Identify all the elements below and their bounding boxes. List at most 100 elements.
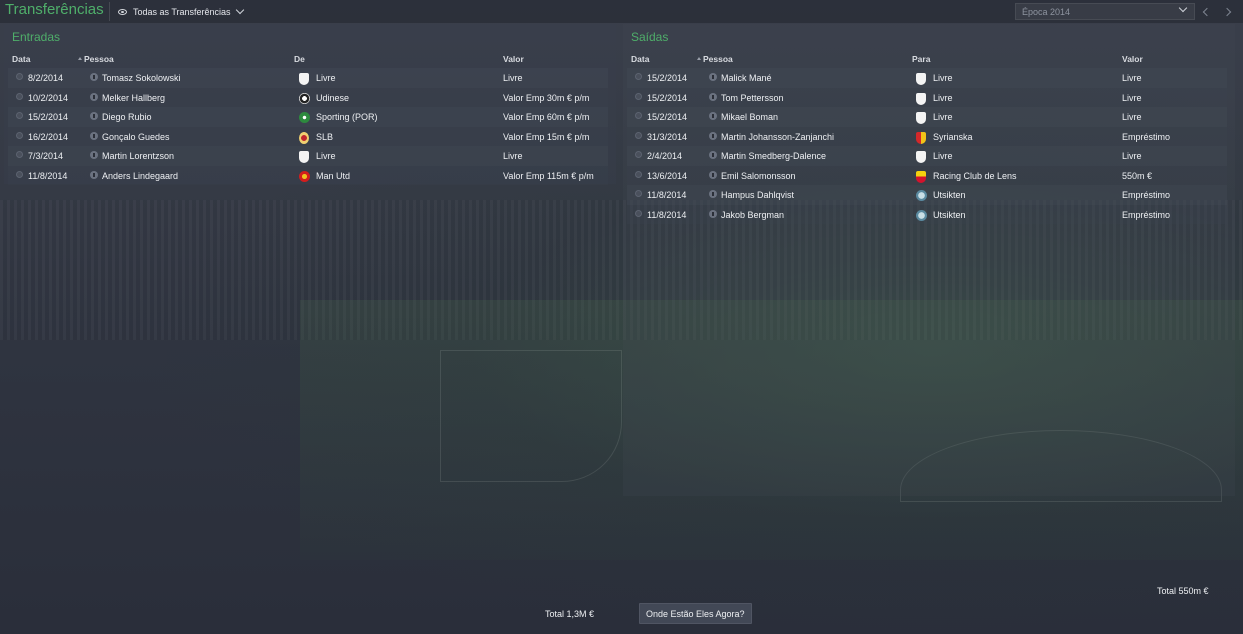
row-club[interactable]: Utsikten [933, 190, 966, 200]
row-club[interactable]: SLB [316, 132, 333, 142]
sort-arrow-icon [78, 57, 82, 60]
table-row[interactable]: 11/8/2014 Anders Lindegaard Man Utd Valor E… [8, 165, 608, 185]
player-info-icon[interactable] [90, 92, 98, 101]
view-filter-dropdown[interactable]: Todas as Transferências [109, 2, 251, 21]
row-club[interactable]: Syrianska [933, 132, 973, 142]
row-value: Livre [1122, 151, 1142, 161]
player-info-icon[interactable] [709, 112, 717, 120]
row-status-icon [635, 131, 642, 139]
row-person[interactable]: Hampus Dahlqvist [721, 190, 794, 200]
row-club[interactable]: Livre [933, 93, 953, 103]
player-info-icon[interactable] [709, 170, 717, 179]
row-person[interactable]: Tom Pettersson [721, 93, 784, 103]
row-person[interactable]: Emil Salomonsson [721, 171, 796, 181]
row-value: Valor Emp 115m € p/m [503, 170, 594, 181]
row-date: 10/2/2014 [28, 92, 69, 103]
row-person[interactable]: Martin Johansson-Zanjanchi [721, 132, 834, 142]
row-person[interactable]: Tomasz Sokolowski [102, 73, 181, 83]
club-crest-icon [916, 92, 926, 105]
row-person[interactable]: Martin Smedberg-Dalence [721, 151, 826, 161]
row-club[interactable]: Racing Club de Lens [933, 171, 1017, 181]
table-row[interactable]: 10/2/2014 Melker Hallberg Udinese Valor Emp… [8, 87, 608, 107]
column-header-from[interactable]: De [294, 54, 305, 64]
row-person[interactable]: Gonçalo Guedes [102, 132, 170, 142]
entradas-table: 8/2/2014 Tomasz Sokolowski Livre Livre 10/2/… [8, 68, 608, 185]
table-row[interactable]: 31/3/2014 Martin Johansson-Zanjanchi Syria… [627, 126, 1227, 146]
row-value: Empréstimo [1122, 131, 1171, 142]
row-club[interactable]: Livre [316, 73, 336, 83]
row-person[interactable]: Martin Lorentzson [102, 151, 174, 161]
previous-season-button[interactable] [1199, 3, 1215, 20]
row-club[interactable]: Livre [316, 151, 336, 161]
next-season-button[interactable] [1219, 3, 1235, 20]
table-row[interactable]: 7/3/2014 Martin Lorentzson Livre Livre [8, 146, 608, 166]
season-select[interactable]: Época 2014 [1015, 3, 1195, 20]
column-header-date[interactable]: Data [631, 54, 649, 64]
column-header-value[interactable]: Valor [1122, 54, 1143, 64]
row-date: 11/8/2014 [28, 170, 68, 181]
row-status-icon [16, 112, 23, 119]
club-crest-icon [916, 73, 926, 85]
table-row[interactable]: 8/2/2014 Tomasz Sokolowski Livre Livre [8, 68, 608, 88]
player-info-icon[interactable] [709, 209, 717, 218]
table-row[interactable]: 11/8/2014 Hampus Dahlqvist Utsikten Emprést… [627, 185, 1227, 205]
where-are-they-now-button[interactable]: Onde Estão Eles Agora? [639, 603, 752, 624]
row-value: 550m € [1122, 170, 1153, 181]
row-person[interactable]: Jakob Bergman [721, 210, 784, 220]
player-info-icon[interactable] [90, 73, 98, 81]
row-club[interactable]: Udinese [316, 93, 349, 103]
row-club[interactable]: Livre [933, 73, 953, 83]
player-info-icon[interactable] [709, 92, 717, 101]
total-value: 1,3M € [566, 609, 595, 619]
row-value: Empréstimo [1122, 209, 1171, 220]
row-club[interactable]: Sporting (POR) [316, 112, 378, 122]
entradas-title: Entradas [12, 30, 61, 44]
player-info-icon[interactable] [709, 190, 717, 198]
row-person[interactable]: Malick Mané [721, 73, 772, 83]
column-header-person[interactable]: Pessoa [84, 54, 114, 64]
row-person[interactable]: Melker Hallberg [102, 93, 165, 103]
row-date: 16/2/2014 [28, 131, 69, 142]
row-value: Livre [1122, 112, 1142, 122]
table-row[interactable]: 2/4/2014 Martin Smedberg-Dalence Livre Livr… [627, 146, 1227, 166]
column-header-value[interactable]: Valor [503, 54, 524, 64]
row-club[interactable]: Man Utd [316, 171, 350, 181]
row-date: 15/2/2014 [647, 112, 688, 122]
row-club[interactable]: Livre [933, 151, 953, 161]
player-info-icon[interactable] [90, 131, 98, 140]
club-crest-icon [916, 209, 927, 221]
row-status-icon [16, 170, 23, 178]
season-select-label: Época 2014 [1022, 6, 1071, 17]
player-info-icon[interactable] [709, 73, 717, 81]
player-info-icon[interactable] [90, 151, 98, 159]
club-crest-icon [916, 170, 926, 183]
row-person[interactable]: Anders Lindegaard [102, 171, 178, 181]
column-header-date[interactable]: Data [12, 54, 30, 64]
club-crest-icon [916, 131, 926, 144]
table-row[interactable]: 13/6/2014 Emil Salomonsson Racing Club de … [627, 165, 1227, 185]
column-header-person[interactable]: Pessoa [703, 54, 733, 64]
table-row[interactable]: 15/2/2014 Diego Rubio Sporting (POR) Valor … [8, 107, 608, 127]
player-info-icon[interactable] [709, 151, 717, 159]
row-person[interactable]: Diego Rubio [102, 112, 152, 122]
row-club[interactable]: Utsikten [933, 210, 966, 220]
row-person[interactable]: Mikael Boman [721, 112, 778, 122]
table-row[interactable]: 11/8/2014 Jakob Bergman Utsikten Empréstimo [627, 204, 1227, 224]
club-crest-icon [299, 131, 309, 144]
player-info-icon[interactable] [709, 131, 717, 140]
row-value: Valor Emp 60m € p/m [503, 112, 590, 122]
total-value: 550m € [1178, 586, 1209, 596]
chevron-right-icon [1222, 7, 1232, 16]
player-info-icon[interactable] [90, 112, 98, 120]
table-row[interactable]: 15/2/2014 Mikael Boman Livre Livre [627, 107, 1227, 127]
row-status-icon [635, 151, 642, 158]
table-row[interactable]: 15/2/2014 Tom Pettersson Livre Livre [627, 87, 1227, 107]
player-info-icon[interactable] [90, 170, 98, 179]
saidas-total: Total 550m € [1157, 586, 1209, 596]
row-club[interactable]: Livre [933, 112, 953, 122]
column-header-to[interactable]: Para [912, 54, 930, 64]
table-row[interactable]: 15/2/2014 Malick Mané Livre Livre [627, 68, 1227, 88]
table-row[interactable]: 16/2/2014 Gonçalo Guedes SLB Valor Emp 15m … [8, 126, 608, 146]
row-date: 11/8/2014 [647, 209, 687, 220]
row-date: 15/2/2014 [28, 112, 69, 122]
